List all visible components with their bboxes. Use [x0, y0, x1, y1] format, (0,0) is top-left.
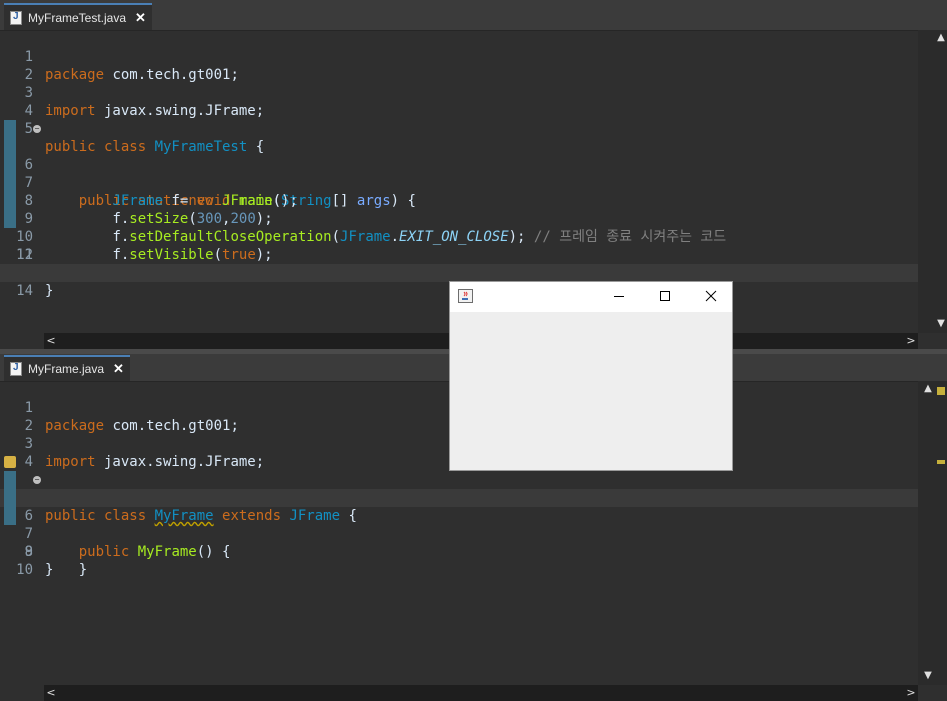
- top-tab-strip: MyFrameTest.java ✕: [0, 0, 947, 31]
- close-icon[interactable]: ✕: [135, 10, 146, 26]
- code-line[interactable]: 8 }: [0, 507, 918, 578]
- overview-ruler-warning[interactable]: [937, 460, 945, 464]
- change-marker: [4, 156, 16, 174]
- change-marker: [4, 210, 16, 228]
- code-line-current[interactable]: 7: [0, 489, 918, 542]
- java-cup-icon: [458, 289, 473, 303]
- jframe-content-area: [450, 312, 732, 470]
- code-line[interactable]: 2: [0, 48, 918, 83]
- change-marker: [4, 174, 16, 192]
- maximize-icon: [660, 291, 670, 301]
- code-line[interactable]: 1 package com.tech.gt001;: [0, 30, 918, 83]
- scroll-up-icon[interactable]: ▲: [936, 32, 946, 44]
- scroll-left-icon[interactable]: <: [44, 685, 58, 701]
- code-line[interactable]: 9 }: [0, 525, 918, 578]
- warning-icon[interactable]: [4, 456, 16, 468]
- top-vertical-scrollbar[interactable]: ▲ ▼: [918, 30, 947, 333]
- scroll-right-icon[interactable]: >: [904, 685, 918, 701]
- code-line[interactable]: 3 import javax.swing.JFrame;: [0, 66, 918, 119]
- java-file-icon: [10, 10, 22, 25]
- code-line[interactable]: 8 f.setSize(300,200);: [0, 156, 918, 227]
- fold-toggle-icon[interactable]: −: [33, 125, 41, 133]
- bottom-horizontal-scrollbar[interactable]: < >: [44, 685, 918, 701]
- code-line[interactable]: 5 public class MyFrameTest {: [0, 102, 918, 155]
- code-line[interactable]: 11 }: [0, 210, 918, 281]
- scroll-up-icon[interactable]: ▲: [923, 383, 933, 395]
- scroll-down-icon[interactable]: ▼: [936, 318, 946, 330]
- minimize-button[interactable]: [596, 282, 642, 312]
- code-line[interactable]: 13 }: [0, 246, 918, 299]
- jframe-titlebar[interactable]: [450, 282, 732, 312]
- minimize-icon: [614, 296, 624, 297]
- change-marker: [4, 138, 16, 156]
- bottom-vertical-scrollbar[interactable]: ▲ ▼: [918, 381, 947, 685]
- tab-myframetest-java[interactable]: MyFrameTest.java ✕: [4, 3, 152, 30]
- close-icon[interactable]: ✕: [113, 361, 124, 377]
- code-line-current[interactable]: 14: [0, 264, 918, 299]
- tab-myframe-java[interactable]: MyFrame.java ✕: [4, 355, 130, 381]
- scroll-down-icon[interactable]: ▼: [923, 670, 933, 682]
- close-window-icon: [705, 290, 717, 302]
- code-line[interactable]: 6 − public static void main(String[] arg…: [0, 120, 918, 209]
- code-line[interactable]: 10: [0, 543, 918, 578]
- line-number: 10: [16, 562, 33, 578]
- code-line[interactable]: 10 f.setVisible(true);: [0, 192, 918, 263]
- scroll-left-icon[interactable]: <: [44, 333, 58, 349]
- change-marker: [4, 471, 16, 489]
- fold-toggle-icon[interactable]: −: [33, 476, 41, 484]
- change-marker: [4, 489, 16, 507]
- maximize-button[interactable]: [642, 282, 688, 312]
- overview-ruler-warning[interactable]: [937, 387, 945, 395]
- code-line[interactable]: 6 − public MyFrame() {: [0, 471, 918, 560]
- close-button[interactable]: [688, 282, 734, 312]
- line-number: 14: [16, 283, 33, 299]
- scroll-right-icon[interactable]: >: [904, 333, 918, 349]
- change-marker: [4, 507, 16, 525]
- change-marker: [4, 192, 16, 210]
- java-file-icon: [10, 362, 22, 376]
- change-marker: [4, 120, 16, 138]
- code-line[interactable]: 9 f.setDefaultCloseOperation(JFrame.EXIT…: [0, 174, 918, 245]
- tab-title: MyFrameTest.java: [28, 10, 127, 25]
- code-line[interactable]: 12: [0, 228, 918, 263]
- code-line[interactable]: 4: [0, 84, 918, 119]
- top-code-area[interactable]: 1 package com.tech.gt001; 2 3 import jav…: [0, 30, 918, 299]
- code-line[interactable]: 7 JFrame f=new JFrame();: [0, 138, 918, 209]
- tab-title: MyFrame.java: [28, 362, 105, 376]
- jframe-window[interactable]: [449, 281, 733, 471]
